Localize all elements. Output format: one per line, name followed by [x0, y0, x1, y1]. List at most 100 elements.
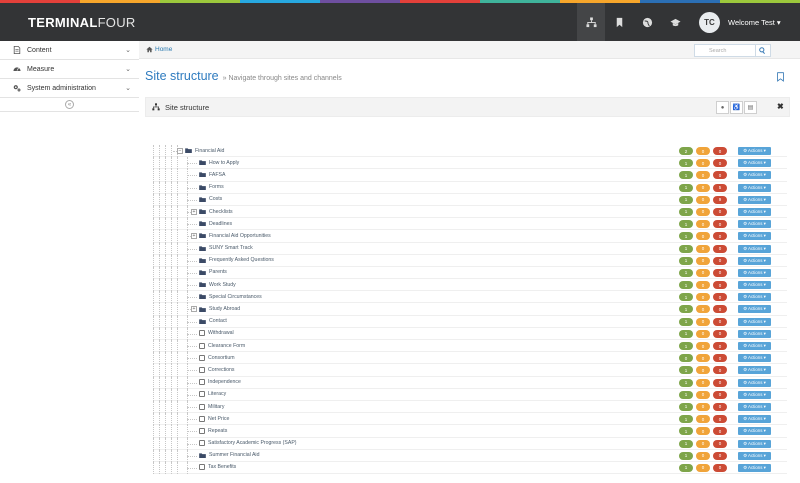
actions-dropdown-button[interactable]: ⚙ Actions ▾ — [738, 147, 771, 155]
pending-count-badge[interactable]: 0 — [696, 366, 710, 375]
actions-dropdown-button[interactable]: ⚙ Actions ▾ — [738, 305, 771, 314]
pending-count-badge[interactable]: 0 — [696, 329, 710, 338]
approved-count-badge[interactable]: 1 — [679, 463, 693, 472]
inactive-count-badge[interactable]: 0 — [713, 293, 727, 302]
tree-node[interactable]: Corrections — [199, 366, 235, 373]
pending-count-badge[interactable]: 0 — [696, 463, 710, 472]
pending-count-badge[interactable]: 0 — [696, 427, 710, 436]
actions-dropdown-button[interactable]: ⚙ Actions ▾ — [738, 415, 771, 424]
tree-row[interactable]: Work Study 1 0 0 ⚙ Actions ▾ — [153, 279, 787, 292]
pending-count-badge[interactable]: 0 — [696, 159, 710, 168]
actions-dropdown-button[interactable]: ⚙ Actions ▾ — [738, 256, 771, 265]
inactive-count-badge[interactable]: 0 — [713, 232, 727, 241]
actions-dropdown-button[interactable]: ⚙ Actions ▾ — [738, 232, 771, 241]
tree-row[interactable]: Consortium 0 0 0 ⚙ Actions ▾ — [153, 352, 787, 365]
inactive-count-badge[interactable]: 0 — [713, 268, 727, 277]
globe-icon[interactable] — [633, 3, 661, 41]
approved-count-badge[interactable]: 1 — [679, 402, 693, 411]
sidebar-collapse-toggle[interactable]: « — [0, 98, 139, 112]
tree-node[interactable]: Withdrawal — [199, 330, 234, 337]
pending-count-badge[interactable]: 0 — [696, 451, 710, 460]
breadcrumb-home-link[interactable]: Home — [155, 46, 172, 53]
actions-dropdown-button[interactable]: ⚙ Actions ▾ — [738, 390, 771, 399]
tree-node[interactable]: SUNY Smart Track — [199, 245, 253, 251]
actions-dropdown-button[interactable]: ⚙ Actions ▾ — [738, 220, 771, 229]
brand-logo[interactable]: TERMINALFOUR — [0, 15, 577, 30]
inactive-count-badge[interactable]: 0 — [713, 281, 727, 290]
list-view-button[interactable]: ▤ — [744, 101, 757, 114]
tree-row[interactable]: Literacy 1 0 0 ⚙ Actions ▾ — [153, 388, 787, 401]
approved-count-badge[interactable]: 1 — [679, 183, 693, 192]
approved-count-badge[interactable]: 1 — [679, 281, 693, 290]
pending-count-badge[interactable]: 0 — [696, 207, 710, 216]
inactive-count-badge[interactable]: 0 — [713, 256, 727, 265]
actions-dropdown-button[interactable]: ⚙ Actions ▾ — [738, 329, 771, 338]
tree-row[interactable]: Satisfactory Academic Progress (SAP) 1 0 0 ⚙… — [153, 437, 787, 450]
pending-count-badge[interactable]: 0 — [696, 390, 710, 399]
tree-row[interactable]: Forms 1 0 5 ⚙ Actions ▾ — [153, 181, 787, 194]
actions-dropdown-button[interactable]: ⚙ Actions ▾ — [738, 439, 771, 448]
actions-dropdown-button[interactable]: ⚙ Actions ▾ — [738, 366, 771, 375]
inactive-count-badge[interactable]: 0 — [713, 305, 727, 314]
approved-count-badge[interactable]: 1 — [679, 220, 693, 229]
tree-node[interactable]: Costs — [199, 196, 222, 202]
approved-count-badge[interactable]: 1 — [679, 268, 693, 277]
pending-count-badge[interactable]: 0 — [696, 317, 710, 326]
tree-node[interactable]: Military — [199, 403, 224, 410]
tree-node[interactable]: Parents — [199, 269, 227, 275]
tree-node[interactable]: How to Apply — [199, 160, 239, 166]
tree-row[interactable]: Military 1 0 0 ⚙ Actions ▾ — [153, 400, 787, 414]
collapse-icon[interactable]: « — [65, 100, 74, 109]
actions-dropdown-button[interactable]: ⚙ Actions ▾ — [738, 293, 771, 302]
status-toggle-button[interactable]: ● — [716, 101, 729, 114]
approved-count-badge[interactable]: 1 — [679, 305, 693, 314]
inactive-count-badge[interactable]: 0 — [713, 159, 727, 168]
tree-node[interactable]: Summer Financial Aid — [199, 452, 259, 458]
tree-node[interactable]: Tax Benefits — [199, 464, 236, 471]
pending-count-badge[interactable]: 0 — [696, 256, 710, 265]
inactive-count-badge[interactable]: 0 — [713, 378, 727, 387]
tree-row[interactable]: Special Circumstances 1 0 0 ⚙ Actions ▾ — [153, 291, 787, 304]
tree-row[interactable]: Withdrawal 1 0 0 ⚙ Actions ▾ — [153, 327, 787, 340]
accessibility-button[interactable]: ♿ — [730, 101, 743, 114]
tree-node[interactable]: FAFSA — [199, 172, 225, 178]
inactive-count-badge[interactable]: 0 — [713, 317, 727, 326]
approved-count-badge[interactable]: 1 — [679, 244, 693, 253]
inactive-count-badge[interactable]: 0 — [713, 342, 727, 350]
actions-dropdown-button[interactable]: ⚙ Actions ▾ — [738, 159, 771, 168]
pending-count-badge[interactable]: 0 — [696, 342, 710, 350]
tree-node[interactable]: Contact — [199, 318, 227, 324]
user-welcome-label[interactable]: Welcome Test ▾ — [728, 18, 781, 27]
expand-node-icon[interactable]: + — [191, 232, 197, 239]
inactive-count-badge[interactable]: 0 — [713, 427, 727, 436]
tree-node[interactable]: Special Circumstances — [199, 294, 262, 300]
approved-count-badge[interactable]: 1 — [679, 256, 693, 265]
approved-count-badge[interactable]: 1 — [679, 342, 693, 350]
inactive-count-badge[interactable]: 0 — [713, 402, 727, 411]
inactive-count-badge[interactable]: 0 — [713, 207, 727, 216]
tree-row[interactable]: Tax Benefits 1 0 0 ⚙ Actions ▾ — [153, 461, 787, 475]
inactive-count-badge[interactable]: 0 — [713, 354, 727, 363]
actions-dropdown-button[interactable]: ⚙ Actions ▾ — [738, 378, 771, 387]
tree-row[interactable]: Independence 1 0 0 ⚙ Actions ▾ — [153, 376, 787, 389]
search-input[interactable]: Search — [694, 44, 756, 57]
pending-count-badge[interactable]: 0 — [696, 281, 710, 290]
inactive-count-badge[interactable]: 0 — [713, 329, 727, 338]
bookmark-icon[interactable] — [605, 3, 633, 41]
sidebar-item-system-administration[interactable]: System administration ⌄ — [0, 79, 139, 98]
tree-row[interactable]: + Checklists 1 0 0 ⚙ Actions ▾ — [153, 205, 787, 219]
approved-count-badge[interactable]: 1 — [679, 415, 693, 424]
actions-dropdown-button[interactable]: ⚙ Actions ▾ — [738, 402, 771, 411]
actions-dropdown-button[interactable]: ⚙ Actions ▾ — [738, 317, 771, 326]
tree-node[interactable]: Clearance Form — [199, 342, 245, 349]
pending-count-badge[interactable]: 0 — [696, 220, 710, 229]
tree-node[interactable]: + Checklists — [191, 208, 233, 215]
tree-row[interactable]: Net Price 1 0 0 ⚙ Actions ▾ — [153, 413, 787, 426]
tree-node[interactable]: Work Study — [199, 282, 236, 288]
actions-dropdown-button[interactable]: ⚙ Actions ▾ — [738, 183, 771, 192]
approved-count-badge[interactable]: 1 — [679, 293, 693, 302]
tree-row[interactable]: SUNY Smart Track 1 0 0 ⚙ Actions ▾ — [153, 242, 787, 255]
actions-dropdown-button[interactable]: ⚙ Actions ▾ — [738, 268, 771, 277]
collapse-node-icon[interactable]: − — [177, 147, 183, 154]
actions-dropdown-button[interactable]: ⚙ Actions ▾ — [738, 427, 771, 436]
